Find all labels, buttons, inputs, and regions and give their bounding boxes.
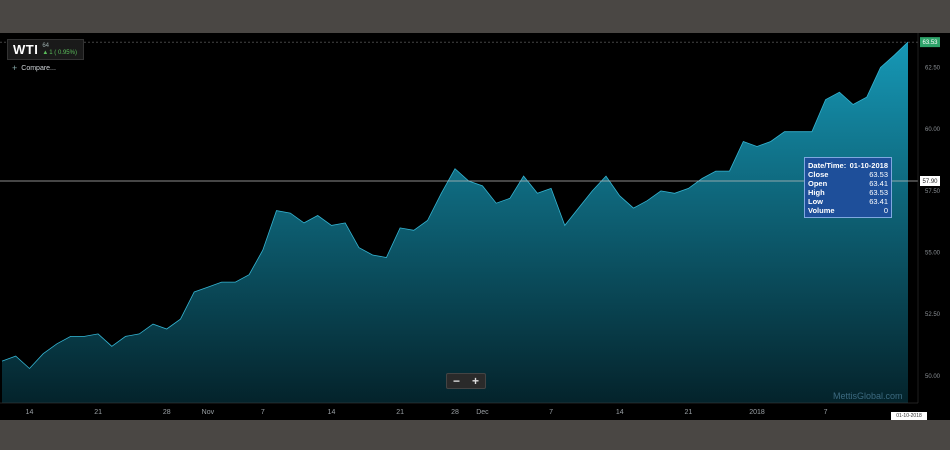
y-tick-label: 55.00 xyxy=(925,251,941,257)
ticker-symbol: WTI xyxy=(13,42,39,57)
y-tick-label: 57.50 xyxy=(925,189,941,195)
x-tick-label: Dec xyxy=(476,409,489,416)
x-tick-label: 14 xyxy=(26,409,34,416)
x-tick-label: 14 xyxy=(328,409,336,416)
tooltip-value: 01-10-2018 xyxy=(849,161,888,170)
y-axis: 62.50 60.00 57.50 55.00 52.50 50.00 xyxy=(925,66,941,380)
zoom-in-button[interactable]: + xyxy=(472,375,479,387)
x-tick-label: 7 xyxy=(549,409,553,416)
tooltip-value: 63.53 xyxy=(869,170,888,179)
x-tick-label: 7 xyxy=(261,409,265,416)
plus-icon: + xyxy=(12,63,18,73)
zoom-controls: − + xyxy=(446,373,486,389)
last-price-badge: 63.53 xyxy=(922,40,938,46)
x-tick-label: 21 xyxy=(94,409,102,416)
tooltip-label: Low xyxy=(808,197,823,206)
tooltip-label: Open xyxy=(808,179,828,188)
price-area xyxy=(2,42,908,403)
tooltip-label: High xyxy=(808,188,825,197)
tooltip-row-low: Low 63.41 xyxy=(808,197,888,206)
tooltip-row-high: High 63.53 xyxy=(808,188,888,197)
x-tick-label: Nov xyxy=(202,409,215,416)
x-tick-label: 7 xyxy=(824,409,828,416)
tooltip-row-close: Close 63.53 xyxy=(808,170,888,179)
tooltip-value: 63.41 xyxy=(869,197,888,206)
x-axis: 14 21 28 Nov 7 14 21 28 Dec 7 14 21 2018 7 xyxy=(26,409,828,416)
crosshair-price-badge: 57.90 xyxy=(922,179,938,185)
tooltip-row-volume: Volume 0 xyxy=(808,206,888,215)
zoom-out-button[interactable]: − xyxy=(453,375,460,387)
tooltip-value: 0 xyxy=(883,206,888,215)
tooltip-row-date: Date/Time: 01-10-2018 xyxy=(808,161,888,170)
tooltip-value: 63.41 xyxy=(869,179,888,188)
x-tick-label: 21 xyxy=(396,409,404,416)
change-value: 1 ( 0.95%) xyxy=(49,49,77,56)
data-tooltip: Date/Time: 01-10-2018 Close 63.53 Open 6… xyxy=(804,157,892,218)
tooltip-label: Volume xyxy=(808,206,835,215)
date-badge: 01-10-2018 xyxy=(891,412,927,420)
y-tick-label: 52.50 xyxy=(925,312,941,318)
x-tick-label: 2018 xyxy=(749,409,765,416)
y-tick-label: 62.50 xyxy=(925,66,941,72)
up-arrow-icon: ▲ xyxy=(42,49,49,56)
tooltip-label: Close xyxy=(808,170,829,179)
y-tick-label: 50.00 xyxy=(925,374,941,380)
x-tick-label: 28 xyxy=(451,409,459,416)
y-tick-label: 60.00 xyxy=(925,127,941,133)
x-tick-label: 21 xyxy=(684,409,692,416)
x-tick-label: 14 xyxy=(616,409,624,416)
tooltip-value: 63.53 xyxy=(869,188,888,197)
compare-label: Compare... xyxy=(21,64,56,72)
compare-button[interactable]: + Compare... xyxy=(12,63,56,73)
tooltip-row-open: Open 63.41 xyxy=(808,179,888,188)
tooltip-label: Date/Time: xyxy=(808,161,847,170)
watermark: MettisGlobal.com xyxy=(833,391,903,401)
ticker-header[interactable]: WTI 64 ▲ 1 ( 0.95%) xyxy=(7,39,84,60)
x-tick-label: 28 xyxy=(163,409,171,416)
ticker-price: 64 xyxy=(42,42,50,49)
ticker-change: ▲ 1 ( 0.95%) xyxy=(42,50,77,57)
